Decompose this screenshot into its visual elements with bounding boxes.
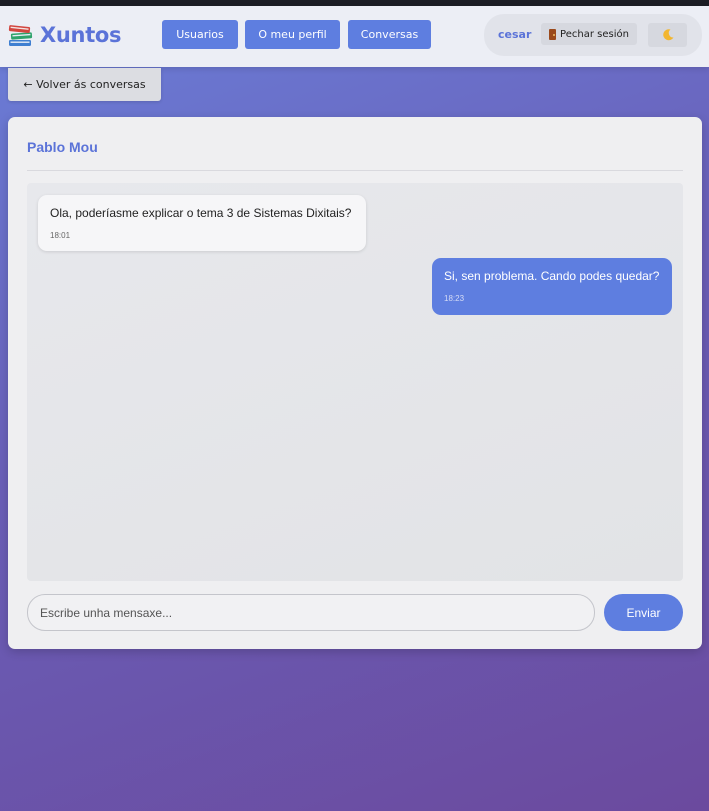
send-button[interactable]: Enviar (604, 594, 683, 631)
message-outgoing: Si, sen problema. Cando podes quedar? 18… (432, 258, 672, 315)
message-time: 18:01 (50, 231, 71, 240)
chat-card: Pablo Mou Ola, poderíasme explicar o tem… (8, 117, 702, 649)
message-text: Ola, poderíasme explicar o tema 3 de Sis… (50, 206, 352, 220)
nav-conversas-button[interactable]: Conversas (348, 20, 431, 49)
nav-profile-button[interactable]: O meu perfil (245, 20, 340, 49)
user-name[interactable]: cesar (498, 28, 531, 41)
theme-toggle-button[interactable] (648, 23, 687, 47)
chat-contact-name: Pablo Mou (27, 139, 98, 155)
app-name: Xuntos (40, 23, 122, 47)
message-time: 18:23 (444, 294, 465, 303)
message-list[interactable]: Ola, poderíasme explicar o tema 3 de Sis… (27, 183, 683, 581)
moon-icon (662, 29, 673, 41)
app-logo[interactable]: Xuntos (8, 20, 122, 50)
door-icon (549, 28, 557, 40)
message-incoming: Ola, poderíasme explicar o tema 3 de Sis… (38, 195, 366, 251)
chat-header-divider (27, 170, 683, 171)
app-header: Xuntos Usuarios O meu perfil Conversas c… (0, 6, 709, 67)
message-input[interactable] (27, 594, 595, 631)
logout-label: Pechar sesión (560, 28, 629, 40)
user-area: cesar Pechar sesión (484, 14, 702, 56)
logout-button[interactable]: Pechar sesión (541, 23, 637, 45)
nav-usuarios-button[interactable]: Usuarios (162, 20, 238, 49)
books-icon (8, 25, 33, 46)
message-text: Si, sen problema. Cando podes quedar? (444, 269, 660, 283)
back-to-conversations-button[interactable]: ← Volver ás conversas (8, 68, 161, 101)
